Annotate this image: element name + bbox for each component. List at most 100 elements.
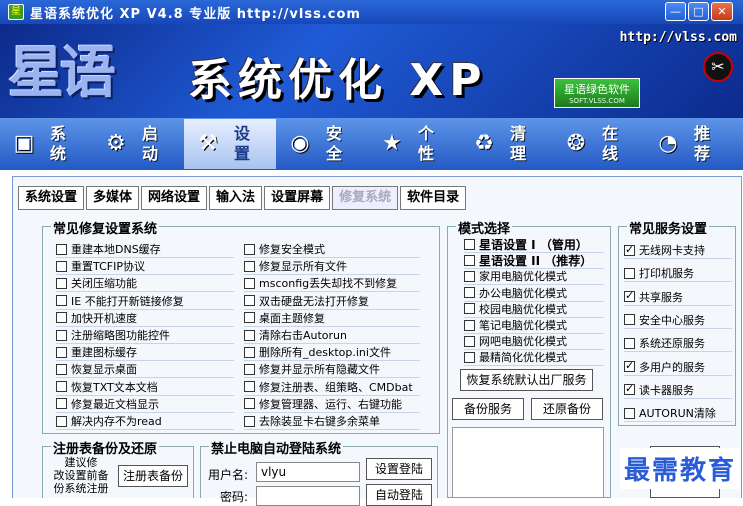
service-option[interactable]: 共享服务	[624, 289, 732, 306]
repair-option[interactable]: 修复管理器、运行、右键功能	[244, 396, 420, 413]
repair-option[interactable]: 去除装显卡右键多余菜单	[244, 413, 420, 430]
registry-backup-button[interactable]: 注册表备份	[118, 465, 188, 487]
checkbox[interactable]	[624, 382, 635, 396]
tab-3[interactable]: 输入法	[209, 186, 263, 210]
tab-5[interactable]: 修复系统	[332, 186, 399, 210]
set-login-button[interactable]: 设置登陆	[366, 458, 432, 480]
tab-2[interactable]: 网络设置	[141, 186, 208, 210]
nav-globe[interactable]: ◉ 安全	[276, 119, 368, 169]
restore-default-services-button[interactable]: 恢复系统默认出厂服务	[460, 369, 593, 391]
checkbox[interactable]	[56, 346, 67, 358]
checkbox[interactable]	[244, 346, 255, 358]
tab-0[interactable]: 系统设置	[18, 186, 85, 210]
mode-option[interactable]: 星语设置 II （推荐）	[464, 252, 604, 270]
repair-option[interactable]: 解决内存不为read	[56, 413, 234, 430]
repair-option[interactable]: IE 不能打开新链接修复	[56, 293, 234, 310]
checkbox[interactable]	[244, 277, 255, 289]
repair-option[interactable]: 修复并显示所有隐藏文件	[244, 361, 420, 379]
checkbox[interactable]	[56, 381, 67, 393]
nav-network[interactable]: ❂ 在线	[552, 119, 644, 169]
checkbox[interactable]	[464, 319, 475, 331]
checkbox[interactable]	[56, 243, 67, 255]
checkbox[interactable]	[464, 238, 475, 250]
checkbox[interactable]	[624, 267, 635, 279]
checkbox[interactable]	[464, 287, 475, 299]
minimize-button[interactable]: —	[665, 2, 686, 21]
checkbox[interactable]	[244, 295, 255, 307]
checkbox[interactable]	[56, 295, 67, 307]
nav-monitor[interactable]: ▣ 系统	[0, 119, 92, 169]
checkbox[interactable]	[464, 303, 475, 315]
mode-option[interactable]: 网吧电脑优化模式	[464, 333, 604, 351]
restore-backup-button[interactable]: 还原备份	[531, 398, 603, 420]
nav-startup[interactable]: ⚙ 启动	[92, 119, 184, 169]
checkbox[interactable]	[464, 351, 475, 363]
checkbox[interactable]	[624, 407, 635, 419]
tools-icon[interactable]: ✂	[703, 52, 733, 82]
repair-option[interactable]: 删除所有_desktop.ini文件	[244, 344, 420, 362]
service-option[interactable]: 多用户的服务	[624, 359, 732, 376]
service-option[interactable]: 系统还原服务	[624, 335, 732, 353]
mode-option[interactable]: 最精简化优化模式	[464, 349, 604, 367]
repair-option[interactable]: 修复安全模式	[244, 241, 420, 258]
checkbox[interactable]	[56, 312, 67, 324]
checkbox[interactable]	[244, 415, 255, 427]
nav-trash[interactable]: ♻ 清理	[460, 119, 552, 169]
tab-4[interactable]: 设置屏幕	[264, 186, 331, 210]
service-option[interactable]: 打印机服务	[624, 265, 732, 283]
checkbox[interactable]	[56, 363, 67, 375]
repair-option[interactable]: 加快开机速度	[56, 310, 234, 327]
checkbox[interactable]	[464, 335, 475, 347]
nav-star[interactable]: ★ 个性	[368, 119, 460, 169]
mode-option[interactable]: 校园电脑优化模式	[464, 301, 604, 318]
repair-option[interactable]: 双击硬盘无法打开修复	[244, 293, 420, 310]
checkbox[interactable]	[464, 254, 475, 266]
maximize-button[interactable]: □	[688, 2, 709, 21]
checkbox[interactable]	[244, 260, 255, 272]
repair-option[interactable]: 注册缩略图功能控件	[56, 327, 234, 344]
checkbox[interactable]	[464, 270, 475, 282]
mode-option[interactable]: 家用电脑优化模式	[464, 268, 604, 286]
nav-settings[interactable]: ⚒ 设置	[184, 119, 276, 169]
service-option[interactable]: 无线网卡支持	[624, 242, 732, 259]
checkbox[interactable]	[244, 329, 255, 341]
checkbox[interactable]	[624, 243, 635, 256]
repair-option[interactable]: 清除右击Autorun	[244, 327, 420, 344]
mode-option[interactable]: 办公电脑优化模式	[464, 285, 604, 302]
repair-option[interactable]: msconfig丢失却找不到修复	[244, 275, 420, 293]
repair-option[interactable]: 重建本地DNS缓存	[56, 241, 234, 258]
checkbox[interactable]	[56, 277, 67, 289]
backup-services-button[interactable]: 备份服务	[452, 398, 524, 420]
auto-login-button[interactable]: 自动登陆	[366, 484, 432, 506]
checkbox[interactable]	[624, 359, 635, 372]
repair-option[interactable]: 关闭压缩功能	[56, 275, 234, 293]
checkbox[interactable]	[624, 337, 635, 349]
mode-option[interactable]: 星语设置 I （管用）	[464, 236, 604, 253]
tab-1[interactable]: 多媒体	[86, 186, 140, 210]
nav-recommend[interactable]: ◔ 推荐	[644, 119, 736, 169]
service-option[interactable]: 读卡器服务	[624, 382, 732, 399]
checkbox[interactable]	[56, 329, 67, 341]
service-option[interactable]: AUTORUN清除	[624, 405, 732, 423]
repair-option[interactable]: 修复显示所有文件	[244, 258, 420, 276]
repair-option[interactable]: 重置TCFIP协议	[56, 258, 234, 276]
green-soft-badge[interactable]: 星语绿色软件 SOFT.VLSS.COM	[554, 78, 640, 108]
service-option[interactable]: 安全中心服务	[624, 312, 732, 329]
checkbox[interactable]	[56, 260, 67, 272]
repair-option[interactable]: 恢复TXT文本文档	[56, 379, 234, 396]
checkbox[interactable]	[244, 398, 255, 410]
checkbox[interactable]	[244, 363, 255, 375]
close-button[interactable]: ✕	[711, 2, 733, 21]
mode-option[interactable]: 笔记电脑优化模式	[464, 317, 604, 334]
username-input[interactable]: vlyu	[256, 462, 360, 482]
tab-6[interactable]: 软件目录	[400, 186, 467, 210]
banner-url[interactable]: http://vlss.com	[620, 30, 737, 45]
repair-option[interactable]: 修复注册表、组策略、CMDbat	[244, 379, 420, 396]
password-input[interactable]	[256, 486, 360, 506]
checkbox[interactable]	[244, 312, 255, 324]
checkbox[interactable]	[624, 314, 635, 326]
checkbox[interactable]	[244, 243, 255, 255]
checkbox[interactable]	[244, 381, 255, 393]
repair-option[interactable]: 恢复显示桌面	[56, 361, 234, 379]
checkbox[interactable]	[56, 415, 67, 427]
